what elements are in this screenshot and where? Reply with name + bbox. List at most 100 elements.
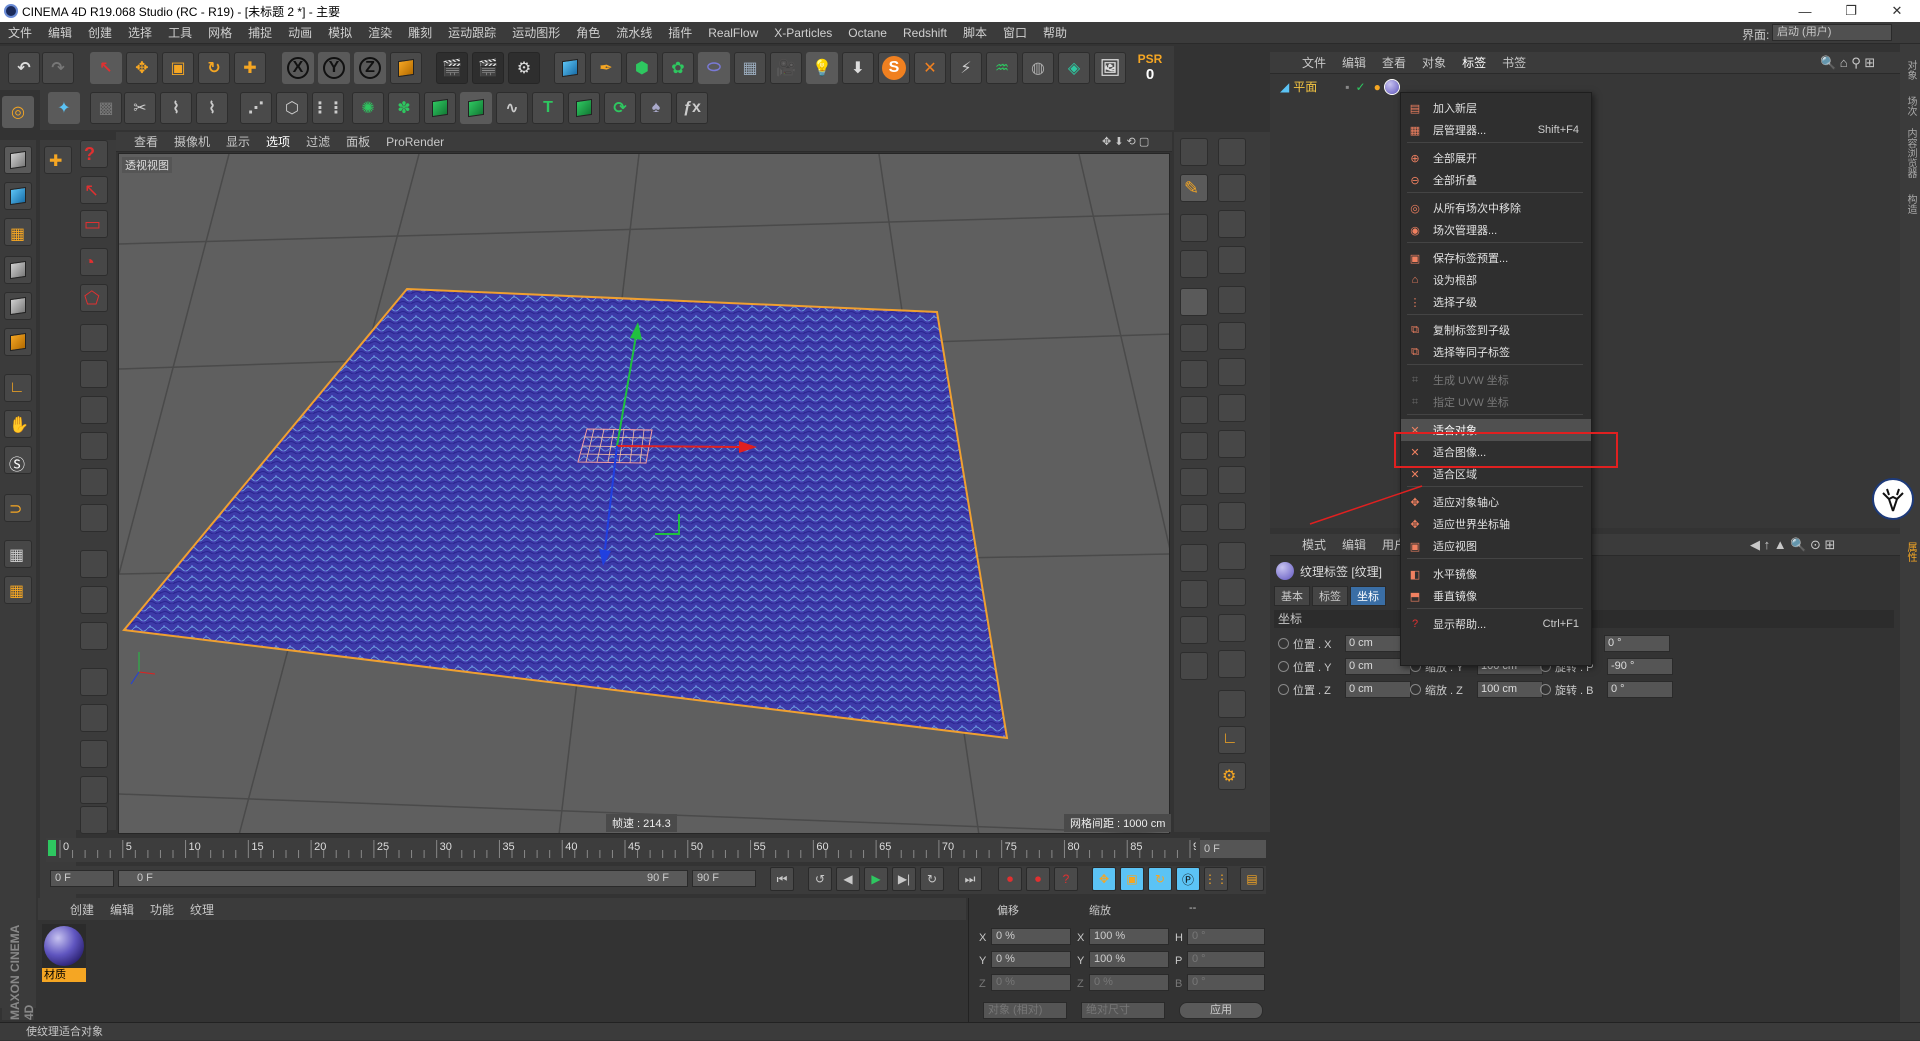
menu-snap[interactable]: 捕捉 [240,24,280,41]
spline-wrap-icon[interactable]: ∿ [496,92,528,124]
mid2-tool-16-icon[interactable] [1218,690,1246,718]
mesh-tool-7-icon[interactable] [80,550,108,578]
mesh-tool-11-icon[interactable] [80,704,108,732]
mesh-tool-4-icon[interactable] [80,432,108,460]
mid-tool-15-icon[interactable] [1180,652,1208,680]
menu-redshift[interactable]: Redshift [895,26,955,40]
menu-select[interactable]: 选择 [120,24,160,41]
rot-h-field[interactable]: 0 ° [1187,928,1265,945]
coord-size-select[interactable]: 绝对尺寸 [1081,1002,1165,1019]
settings-cube-icon[interactable]: ⚙ [1218,762,1246,790]
context-menu-item[interactable]: ▣ 保存标签预置... [1401,247,1591,269]
render-picture-viewer-icon[interactable]: 🎬 [472,52,504,84]
prev-key-icon[interactable]: ↺ [808,867,832,891]
mid-tool-6-icon[interactable] [1180,324,1208,352]
hair-icon[interactable]: ♠ [640,92,672,124]
context-menu-item[interactable]: ◧ 水平镜像 [1401,563,1591,585]
menu-window[interactable]: 窗口 [995,24,1035,41]
key-param-icon[interactable]: Ⓟ [1176,867,1200,891]
phong-tag-icon[interactable]: ● [1374,80,1381,94]
minimize-button[interactable]: — [1782,0,1828,22]
menu-motion-tracking[interactable]: 运动跟踪 [440,24,504,41]
go-end-icon[interactable]: ⏭ [958,867,982,891]
object-row-plane[interactable]: ◢ 平面 ▪ ✓ ● [1280,78,1400,95]
mid2-tool-2-icon[interactable] [1218,174,1246,202]
offset-z-field[interactable]: 0 % [991,974,1071,991]
axis-l-icon[interactable]: ∟ [1218,726,1246,754]
obj-menu-bookmark[interactable]: 书签 [1494,54,1534,71]
model-mode-button[interactable] [4,146,32,174]
pen-spline-icon[interactable]: ✒ [590,52,622,84]
obj-menu-tag[interactable]: 标签 [1454,54,1494,71]
menu-script[interactable]: 脚本 [955,24,995,41]
viewport-menu-options[interactable]: 选项 [258,133,298,150]
context-menu-item[interactable]: ⬒ 垂直镜像 [1401,585,1591,607]
mid-tool-5-icon[interactable] [1180,288,1208,316]
mid2-tool-11-icon[interactable] [1218,502,1246,530]
mid-tool-1-icon[interactable] [1180,138,1208,166]
tab-tag[interactable]: 标签 [1312,586,1348,606]
scale-icon[interactable]: ▣ [162,52,194,84]
brush-select-icon[interactable]: ⌇ [160,92,192,124]
anim-dot-icon[interactable] [1410,684,1421,695]
lock-workplane-button[interactable]: ▦ [4,540,32,568]
obj-search-icon[interactable]: 🔍 ⌂ ⚲ ⊞ [1820,55,1875,71]
spiral-icon[interactable]: ⟳ [604,92,636,124]
context-menu-item[interactable]: ◉ 场次管理器... [1401,219,1591,241]
tab-takes[interactable]: 场次 [1902,96,1918,116]
render-settings-icon[interactable]: ⚙ [508,52,540,84]
download-icon[interactable]: ⬇ [842,52,874,84]
viewport-menu-display[interactable]: 显示 [218,133,258,150]
enabled-check-icon[interactable]: ✓ [1356,80,1366,94]
context-menu-item[interactable]: ✥ 适应对象轴心 [1401,491,1591,513]
coordinate-system-icon[interactable] [390,52,422,84]
mesh-tool-14-icon[interactable] [80,806,108,834]
context-menu-item[interactable]: ⊖ 全部折叠 [1401,169,1591,191]
texture-tag-icon[interactable] [1383,78,1400,95]
rot-b-field[interactable]: 0 ° [1187,974,1265,991]
menu-simulate[interactable]: 模拟 [320,24,360,41]
mid2-tool-1-icon[interactable] [1218,138,1246,166]
mid2-tool-3-icon[interactable] [1218,210,1246,238]
fracture-icon[interactable] [460,92,492,124]
attr-menu-mode[interactable]: 模式 [1294,536,1334,553]
key-rotation-icon[interactable]: ↻ [1148,867,1172,891]
mid2-tool-8-icon[interactable] [1218,394,1246,422]
range-slider[interactable]: 0 F 90 F [118,870,688,887]
mid-tool-14-icon[interactable] [1180,616,1208,644]
key-scale-icon[interactable]: ▣ [1120,867,1144,891]
mid2-tool-10-icon[interactable] [1218,466,1246,494]
tweak-button[interactable]: ✋ [4,410,32,438]
menu-sculpt[interactable]: 雕刻 [400,24,440,41]
mid2-tool-15-icon[interactable] [1218,650,1246,678]
scale-x-field[interactable]: 100 % [1089,928,1169,945]
subdivision-icon[interactable]: ⬢ [626,52,658,84]
array-icon[interactable]: ✿ [662,52,694,84]
pen-edit-icon[interactable]: ✎ [1180,174,1208,202]
sculpt-icon[interactable]: ✽ [388,92,420,124]
redo-button[interactable]: ↷ [42,52,74,84]
mat-menu-texture[interactable]: 纹理 [182,901,222,918]
mesh-tool-5-icon[interactable] [80,468,108,496]
edges-button[interactable] [4,292,32,320]
record-icon[interactable]: ⏺ [998,867,1022,891]
mid-tool-9-icon[interactable] [1180,432,1208,460]
mesh-tool-9-icon[interactable] [80,622,108,650]
mesh-tool-6-icon[interactable] [80,504,108,532]
anim-dot-icon[interactable] [1278,661,1289,672]
rot-b-attr-field[interactable]: 0 ° [1607,681,1673,698]
menu-mograph[interactable]: 运动图形 [504,24,568,41]
deformer-icon[interactable]: ⬭ [698,52,730,84]
extrude-icon[interactable] [568,92,600,124]
rect-select-icon[interactable]: ▭ [80,210,108,238]
timeline-window-icon[interactable]: ▤ [1240,867,1264,891]
viewport-menu-view[interactable]: 查看 [126,133,166,150]
menu-render[interactable]: 渲染 [360,24,400,41]
menu-character[interactable]: 角色 [568,24,608,41]
mesh-tool-1-icon[interactable] [80,324,108,352]
move-icon[interactable]: ✥ [126,52,158,84]
layout-select[interactable]: 启动 (用户) [1772,24,1892,41]
rot-p-attr-field[interactable]: -90 ° [1607,658,1673,675]
polygons-button[interactable] [4,328,32,356]
start-frame-field[interactable]: 0 F [50,870,114,887]
